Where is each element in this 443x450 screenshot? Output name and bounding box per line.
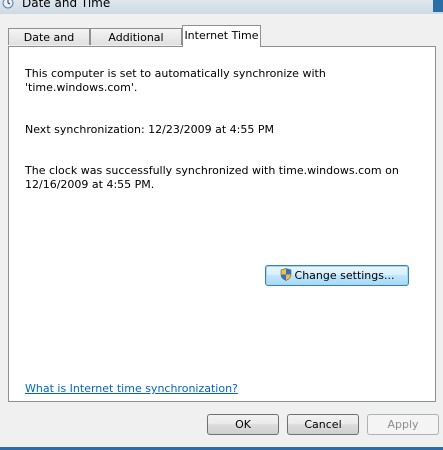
ok-button[interactable]: OK [207,414,279,435]
change-settings-label: Change settings... [294,269,395,282]
uac-shield-icon [280,268,291,281]
cancel-button[interactable]: Cancel [287,414,359,435]
tab-internet-time[interactable]: Internet Time [182,25,261,47]
next-sync-text: Next synchronization: 12/23/2009 at 4:55… [25,123,274,136]
sync-description-line1: This computer is set to automatically sy… [25,67,326,80]
title-bar[interactable]: Date and Time [0,0,443,14]
tab-additional-clocks[interactable]: Additional Clocks [90,28,182,61]
apply-button[interactable]: Apply [367,414,439,435]
tab-date-and-time[interactable]: Date and Time [8,28,90,61]
close-button-edge[interactable] [433,0,443,12]
internet-time-panel: This computer is set to automatically sy… [8,46,436,402]
clock-icon [2,0,14,9]
date-time-dialog: Date and Time Date and Time Additional C… [0,0,443,450]
window-title: Date and Time [22,0,111,10]
help-link[interactable]: What is Internet time synchronization? [25,382,238,395]
sync-status-line1: The clock was successfully synchronized … [25,164,399,177]
sync-status-line2: 12/16/2009 at 4:55 PM. [25,178,155,191]
sync-description-line2: 'time.windows.com'. [25,81,138,94]
change-settings-button[interactable]: Change settings... [265,265,409,286]
